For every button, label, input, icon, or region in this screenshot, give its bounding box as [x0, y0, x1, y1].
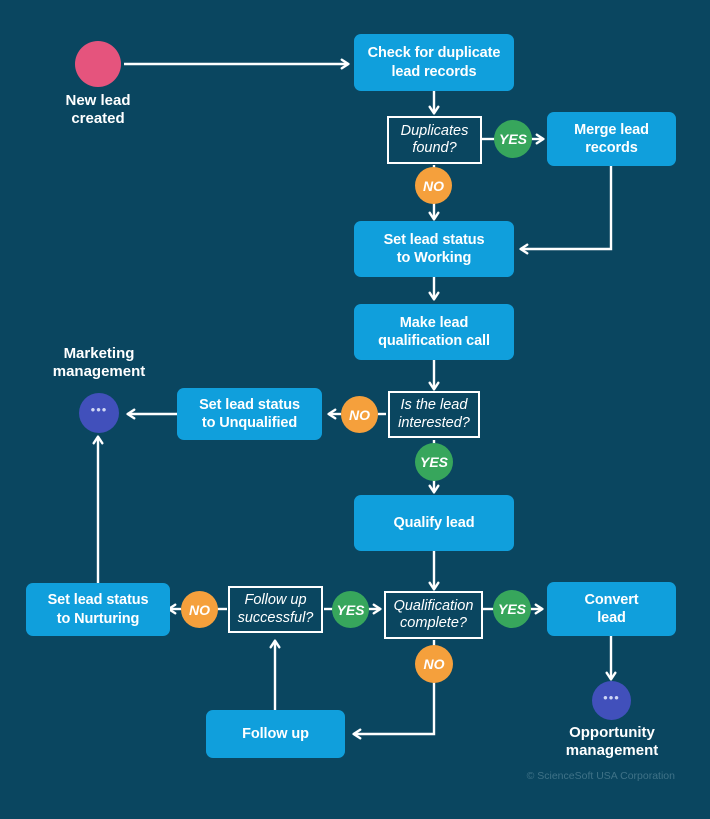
node-label-line-2: successful?: [237, 609, 314, 626]
badge-no-qualification-complete: NO: [415, 645, 453, 683]
caption-line-1: Marketing: [63, 345, 135, 362]
ellipsis-icon: •••: [603, 689, 620, 705]
node-label-line-1: Set lead status: [199, 396, 300, 413]
node-label: Follow up: [242, 725, 309, 742]
node-qualification-complete[interactable]: Qualification complete?: [384, 591, 483, 639]
copyright-credit: © ScienceSoft USA Corporation: [526, 770, 675, 782]
badge-yes-follow-up-successful: YES: [332, 591, 369, 628]
node-label-line-2: records: [585, 140, 638, 156]
node-label-line-2: lead records: [391, 63, 477, 80]
node-label-line-1: Merge lead: [574, 121, 649, 138]
node-qualify-lead[interactable]: Qualify lead: [354, 495, 514, 551]
node-label-line-2: to Unqualified: [201, 415, 298, 431]
node-label-line-1: Convert: [584, 591, 639, 608]
caption-line-2: created: [71, 110, 125, 128]
node-label: Qualify lead: [393, 514, 475, 531]
edge-no-to-followup: [352, 682, 436, 740]
ellipsis-icon: •••: [90, 402, 108, 418]
badge-yes-lead-interested: YES: [415, 443, 453, 481]
badge-no-follow-up-successful: NO: [181, 591, 218, 628]
flowchart-canvas: New lead created Check for duplicate lea…: [0, 0, 710, 819]
badge-yes-qualification-complete: YES: [493, 590, 531, 628]
node-check-for-duplicate-lead-records[interactable]: Check for duplicate lead records: [354, 34, 514, 91]
node-follow-up-successful[interactable]: Follow up successful?: [228, 586, 323, 633]
node-set-lead-status-to-unqualified[interactable]: Set lead status to Unqualified: [177, 388, 322, 440]
node-label-line-1: Make lead: [399, 314, 469, 331]
caption-marketing-management: Marketing management: [28, 345, 170, 382]
start-node-new-lead[interactable]: [75, 41, 121, 87]
node-convert-lead[interactable]: Convert lead: [547, 582, 676, 636]
node-label-line-1: Set lead status: [383, 231, 485, 248]
badge-yes-duplicates-found: YES: [494, 120, 532, 158]
end-node-marketing-management[interactable]: •••: [79, 393, 119, 433]
node-label-line-1: Check for duplicate: [367, 45, 501, 62]
node-label-line-1: Duplicates: [400, 122, 469, 139]
node-label-line-1: Set lead status: [47, 592, 149, 609]
node-label-line-2: found?: [412, 140, 457, 156]
node-set-lead-status-to-nurturing[interactable]: Set lead status to Nurturing: [26, 583, 170, 636]
node-label-line-2: complete?: [400, 615, 467, 631]
node-merge-lead-records[interactable]: Merge lead records: [547, 112, 676, 166]
caption-new-lead-created: New lead created: [28, 92, 168, 129]
edge-merge-to-working: [519, 166, 613, 255]
end-node-opportunity-management[interactable]: •••: [592, 681, 631, 720]
node-label-line-1: Follow up: [244, 592, 307, 609]
badge-no-duplicates-found: NO: [415, 167, 452, 204]
node-duplicates-found[interactable]: Duplicates found?: [387, 116, 482, 164]
node-label-line-2: to Nurturing: [56, 610, 140, 627]
node-label-line-2: lead: [597, 610, 626, 626]
caption-opportunity-management: Opportunity management: [541, 724, 683, 761]
caption-line-2: management: [565, 742, 659, 760]
node-label-line-1: Is the lead: [400, 397, 468, 414]
node-is-the-lead-interested[interactable]: Is the lead interested?: [388, 391, 480, 438]
node-follow-up[interactable]: Follow up: [206, 710, 345, 758]
badge-no-lead-interested: NO: [341, 396, 378, 433]
caption-line-1: Opportunity: [569, 724, 655, 741]
node-label-line-2: qualification call: [378, 333, 490, 349]
node-set-lead-status-to-working[interactable]: Set lead status to Working: [354, 221, 514, 277]
node-label-line-2: interested?: [398, 414, 470, 431]
caption-line-1: New lead: [65, 92, 131, 109]
node-label-line-2: to Working: [396, 250, 472, 266]
caption-line-2: management: [52, 363, 146, 381]
node-make-lead-qualification-call[interactable]: Make lead qualification call: [354, 304, 514, 360]
node-label-line-1: Qualification: [393, 597, 474, 614]
